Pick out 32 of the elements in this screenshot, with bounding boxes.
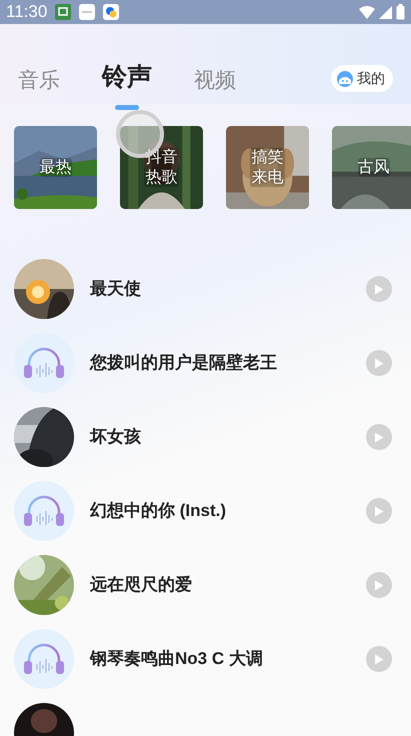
play-icon [374,580,384,590]
play-button[interactable] [366,350,392,376]
tab-indicator [115,105,139,110]
app-notification-icon [55,4,72,20]
headphones-icon [23,642,65,676]
play-button[interactable] [366,572,392,598]
song-title[interactable]: 远在咫尺的爱 [90,572,350,598]
play-icon [374,432,384,442]
wifi-icon [359,6,375,18]
tab[interactable]: 铃声 [102,58,152,96]
song-title[interactable]: 您拨叫的用户是隔壁老王 [90,350,350,376]
play-button[interactable] [366,646,392,672]
play-button[interactable] [366,424,392,450]
status-time: 11:30 [6,1,48,24]
song-title[interactable]: 最天使 [90,276,350,302]
play-icon [374,654,384,664]
play-button[interactable] [366,498,392,524]
avatar-icon [337,70,353,86]
play-icon [374,506,384,516]
song-title[interactable]: 坏女孩 [90,424,350,450]
song-title[interactable]: 幻想中的你 (Inst.) [90,498,350,524]
battery-icon [396,4,405,20]
play-icon [374,358,384,368]
headphones-icon [23,494,65,528]
app-notification-icon [103,4,120,20]
song-title[interactable]: 钢琴奏鸣曲No3 C 大调 [90,646,350,672]
app-notification-icon [79,4,96,20]
play-button[interactable] [366,276,392,302]
headphones-icon [23,346,65,380]
profile-button[interactable]: 我的 [331,65,393,92]
play-icon [374,284,384,294]
signal-icon [379,6,392,18]
